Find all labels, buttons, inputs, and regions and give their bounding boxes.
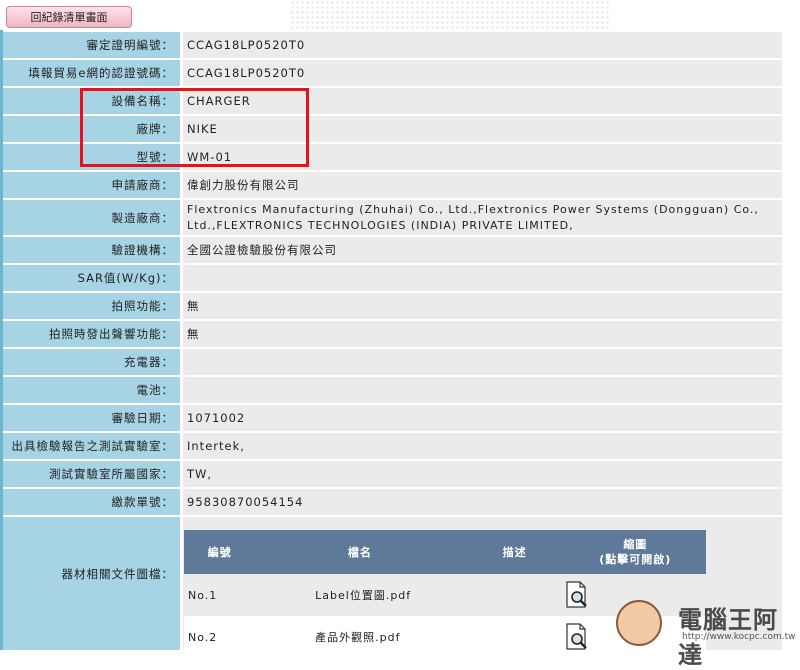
row-certification-body: 驗證機構： 全國公證檢驗股份有限公司 [3,237,782,263]
field-label: SAR值(W/Kg)： [3,265,180,291]
field-label: 審定證明編號： [3,32,180,58]
field-label: 製造廠商： [3,200,180,235]
back-to-list-button[interactable]: 回紀錄清單畫面 [6,6,132,28]
field-label: 出具檢驗報告之測試實驗室： [3,433,180,459]
row-camera-function: 拍照功能： 無 [3,293,782,319]
top-bar: 回紀錄清單畫面 [0,0,800,32]
field-value [183,265,782,291]
field-value: 95830870054154 [183,489,782,515]
row-charger: 充電器： [3,349,782,375]
field-label: 測試實驗室所屬國家： [3,461,180,487]
row-brand: 廠牌： NIKE [3,116,782,142]
field-value: Intertek, [183,433,782,459]
field-label: 器材相關文件圖檔： [3,517,180,650]
field-value: CCAG18LP0520T0 [183,32,782,58]
field-value: CCAG18LP0520T0 [183,60,782,86]
row-sar-value: SAR值(W/Kg)： [3,265,782,291]
file-description [464,616,565,658]
row-lab-country: 測試實驗室所屬國家： TW, [3,461,782,487]
thumbnail-title: 縮圖 [623,538,648,551]
file-name: Label位置圖.pdf [255,574,465,616]
field-value: Flextronics Manufacturing (Zhuhai) Co., … [183,200,782,235]
column-header-number: 編號 [184,530,256,574]
column-header-description: 描述 [464,530,565,574]
field-label: 申請廠商： [3,172,180,198]
field-value [183,349,782,375]
decorative-world-map [290,0,610,30]
field-value: 無 [183,321,782,347]
documents-header-row: 編號 檔名 描述 縮圖 (點擊可開啟) [184,530,706,574]
row-test-lab: 出具檢驗報告之測試實驗室： Intertek, [3,433,782,459]
column-header-filename: 檔名 [255,530,465,574]
file-number: No.1 [184,574,256,616]
row-manufacturer: 製造廠商： Flextronics Manufacturing (Zhuhai)… [3,200,782,235]
row-approval-number: 審定證明編號： CCAG18LP0520T0 [3,32,782,58]
row-battery: 電池： [3,377,782,403]
field-value: TW, [183,461,782,487]
field-value: CHARGER [183,88,782,114]
watermark-url: http://www.kocpc.com.tw [682,632,796,642]
field-label: 審驗日期： [3,405,180,431]
field-label: 電池： [3,377,180,403]
field-value: 偉創力股份有限公司 [183,172,782,198]
field-label: 拍照時發出聲響功能： [3,321,180,347]
file-description [464,574,565,616]
field-label: 拍照功能： [3,293,180,319]
field-label: 充電器： [3,349,180,375]
row-applicant: 申請廠商： 偉創力股份有限公司 [3,172,782,198]
field-label: 廠牌： [3,116,180,142]
row-trade-certification: 填報貿易e網的認證號碼： CCAG18LP0520T0 [3,60,782,86]
field-value: 無 [183,293,782,319]
field-value: NIKE [183,116,782,142]
field-value [183,377,782,403]
field-value: 1071002 [183,405,782,431]
field-value: WM-01 [183,144,782,170]
row-payment-number: 繳款單號： 95830870054154 [3,489,782,515]
thumbnail-note: (點擊可開啟) [599,553,672,566]
field-value: 全國公證檢驗股份有限公司 [183,237,782,263]
magnifier-document-icon[interactable] [565,623,589,651]
row-model: 型號： WM-01 [3,144,782,170]
field-label: 型號： [3,144,180,170]
file-name: 產品外觀照.pdf [255,616,465,658]
column-header-thumbnail: 縮圖 (點擊可開啟) [564,530,706,574]
row-device-name: 設備名稱： CHARGER [3,88,782,114]
field-label: 設備名稱： [3,88,180,114]
field-label: 繳款單號： [3,489,180,515]
field-label: 驗證機構： [3,237,180,263]
site-watermark: 電腦王阿達 http://www.kocpc.com.tw [616,600,796,669]
magnifier-document-icon[interactable] [565,581,589,609]
row-review-date: 審驗日期： 1071002 [3,405,782,431]
file-number: No.2 [184,616,256,658]
field-label: 填報貿易e網的認證號碼： [3,60,180,86]
row-shutter-sound: 拍照時發出聲響功能： 無 [3,321,782,347]
mascot-logo [616,600,662,646]
